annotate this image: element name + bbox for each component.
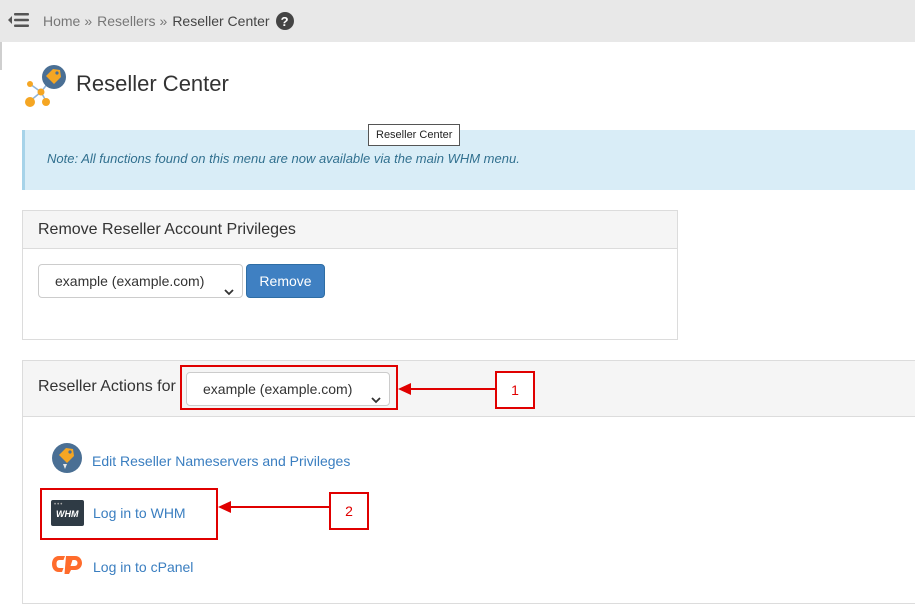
breadcrumb-separator: » <box>159 13 168 29</box>
remove-privileges-panel: Remove Reseller Account Privileges examp… <box>22 210 678 340</box>
chevron-down-icon <box>224 276 234 296</box>
page-title: Reseller Center <box>76 71 229 96</box>
breadcrumb: Home » Resellers » Reseller Center ? <box>43 12 294 30</box>
annotation-callout-1: 1 <box>495 371 535 409</box>
reseller-center-icon <box>22 62 70 110</box>
log-in-to-cpanel-link[interactable]: Log in to cPanel <box>51 553 193 580</box>
top-bar: Home » Resellers » Reseller Center ? <box>0 0 915 42</box>
reseller-actions-heading: Reseller Actions for <box>38 378 176 395</box>
left-edge-divider <box>0 42 2 70</box>
tooltip: Reseller Center <box>368 124 461 146</box>
breadcrumb-current: Reseller Center <box>172 13 270 29</box>
remove-button[interactable]: Remove <box>246 264 325 298</box>
cpanel-icon <box>51 553 84 580</box>
annotation-arrow-2-icon <box>218 499 330 515</box>
note-text: Note: All functions found on this menu a… <box>47 151 520 166</box>
log-in-to-cpanel-label[interactable]: Log in to cPanel <box>93 559 193 575</box>
breadcrumb-resellers[interactable]: Resellers <box>97 13 155 29</box>
help-icon[interactable]: ? <box>275 12 294 30</box>
menu-toggle-icon[interactable] <box>7 10 31 30</box>
remove-account-select[interactable]: example (example.com) <box>38 264 243 298</box>
remove-privileges-heading: Remove Reseller Account Privileges <box>23 211 677 249</box>
reseller-tag-icon <box>51 442 83 479</box>
info-note: Note: All functions found on this menu a… <box>22 130 915 190</box>
breadcrumb-home[interactable]: Home <box>43 13 80 29</box>
annotation-arrow-1-icon <box>398 381 496 397</box>
highlight-account-select <box>180 365 398 410</box>
remove-account-selected-value: example (example.com) <box>55 273 205 289</box>
annotation-callout-2: 2 <box>329 492 369 530</box>
breadcrumb-separator: » <box>84 13 93 29</box>
edit-nameservers-privileges-link[interactable]: Edit Reseller Nameservers and Privileges <box>51 442 350 479</box>
highlight-whm-link <box>40 488 218 540</box>
edit-nameservers-privileges-label[interactable]: Edit Reseller Nameservers and Privileges <box>92 453 350 469</box>
